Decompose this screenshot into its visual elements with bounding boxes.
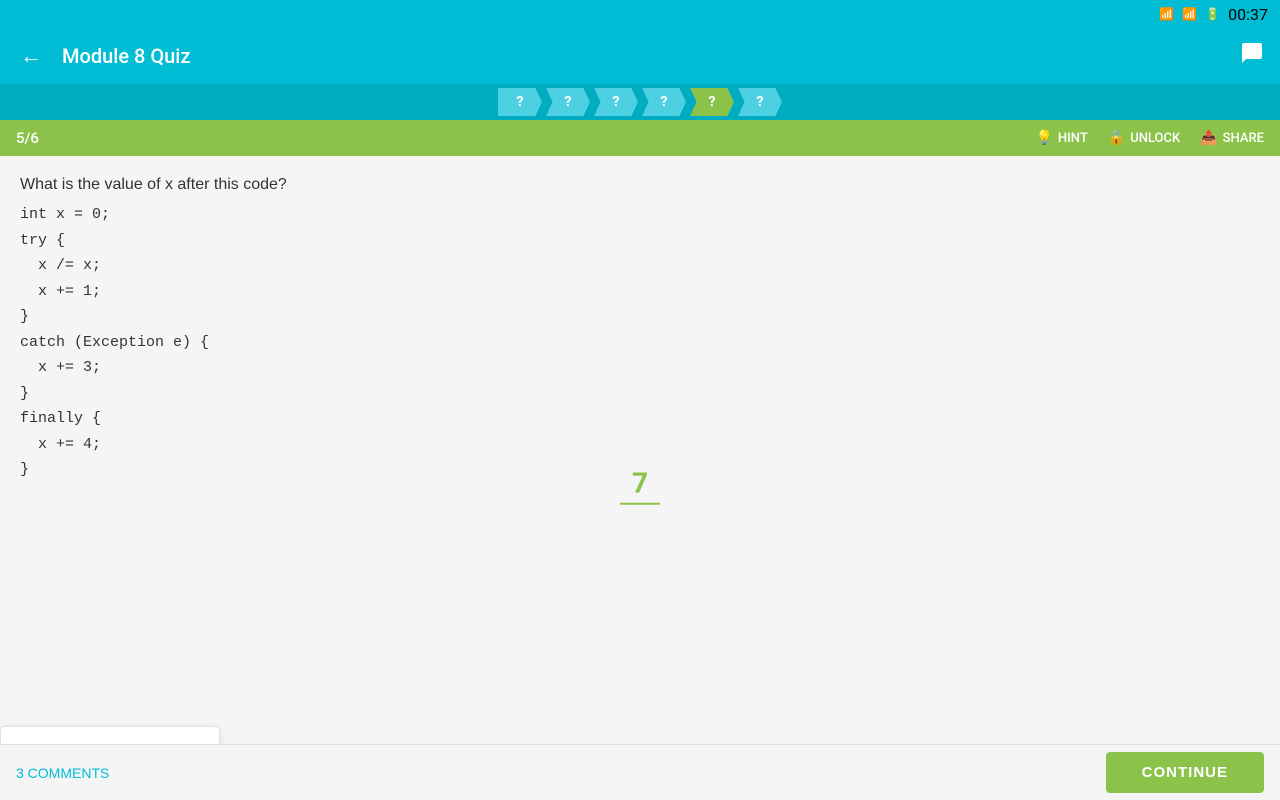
progress-step-5[interactable]: ? [690,88,734,116]
code-block: int x = 0; try { x /= x; x += 1; } catch… [20,202,1260,483]
unlock-button[interactable]: 🔒 UNLOCK [1108,130,1180,146]
progress-step-4[interactable]: ? [642,88,686,116]
progress-step-1[interactable]: ? [498,88,542,116]
continue-button[interactable]: CONTINUE [1106,752,1264,793]
progress-step-6[interactable]: ? [738,88,782,116]
status-time: 00:37 [1228,5,1268,24]
main-content: What is the value of x after this code? … [0,156,1280,800]
question-text: What is the value of x after this code? [20,176,1260,194]
share-button[interactable]: 📤 SHARE [1200,130,1264,146]
toolbar-actions: 💡 HINT 🔒 UNLOCK 📤 SHARE [1035,130,1264,146]
answer-underline [620,502,660,504]
progress-bar: ? ? ? ? ? ? [0,84,1280,120]
wifi-icon: 📶 [1159,7,1174,21]
app-bar: ← Module 8 Quiz [0,28,1280,84]
chat-button[interactable] [1240,41,1264,71]
progress-step-3[interactable]: ? [594,88,638,116]
answer-area: 7 [620,467,660,505]
signal-icon: 📶 [1182,7,1197,21]
progress-step-2[interactable]: ? [546,88,590,116]
battery-icon: 🔋 [1205,7,1220,21]
comments-button[interactable]: 3 COMMENTS [16,765,109,781]
share-icon: 📤 [1200,130,1217,146]
back-button[interactable]: ← [16,39,46,73]
question-bar: 5/6 💡 HINT 🔒 UNLOCK 📤 SHARE [0,120,1280,156]
question-count: 5/6 [16,129,39,147]
hint-icon: 💡 [1035,130,1052,146]
bottom-bar: 3 COMMENTS CONTINUE [0,744,1280,800]
lock-icon: 🔒 [1108,130,1125,146]
status-bar: 📶 📶 🔋 00:37 [0,0,1280,28]
app-title: Module 8 Quiz [62,44,1224,68]
answer-value: 7 [632,467,648,501]
hint-button[interactable]: 💡 HINT [1035,130,1087,146]
